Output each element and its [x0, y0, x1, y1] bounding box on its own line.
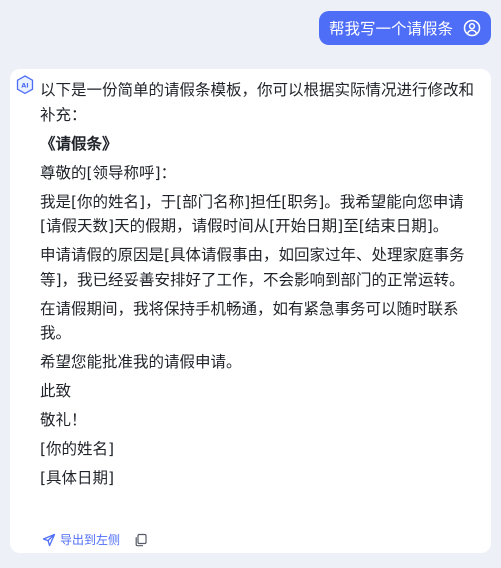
send-icon	[42, 533, 56, 547]
letter-body-paragraph: 申请请假的原因是[具体请假事由，如回家过年、处理家庭事务等]，我已经妥善安排好了…	[40, 246, 465, 289]
assistant-reply-card: AI 以下是一份简单的请假条模板，你可以根据实际情况进行修改和补充： 《请假条》…	[10, 69, 491, 553]
user-message-text: 帮我写一个请假条	[328, 20, 453, 38]
copy-icon[interactable]	[134, 533, 148, 547]
letter-closing: 此致	[40, 382, 72, 400]
letter-body-paragraph: 在请假期间，我将保持手机畅通，如有紧急事务可以随时联系我。	[40, 299, 459, 343]
letter-signature-date: [具体日期]	[40, 469, 115, 487]
reply-actions: 导出到左侧	[42, 531, 148, 548]
export-to-left-label: 导出到左侧	[60, 533, 121, 547]
svg-text:AI: AI	[21, 82, 28, 90]
letter-signature-name: [你的姓名]	[40, 440, 115, 458]
letter-closing-regards: 敬礼！	[40, 411, 87, 429]
export-to-left-button[interactable]: 导出到左侧	[42, 531, 120, 548]
ai-assistant-icon: AI	[16, 75, 34, 95]
reply-intro: 以下是一份简单的请假条模板，你可以根据实际情况进行修改和补充：	[40, 81, 475, 124]
user-circle-icon	[463, 19, 481, 37]
letter-salutation: 尊敬的[领导称呼]：	[40, 163, 177, 182]
letter-title: 《请假条》	[40, 134, 118, 153]
user-message-bubble: 帮我写一个请假条	[318, 11, 491, 45]
letter-body-paragraph: 希望您能批准我的请假申请。	[40, 353, 242, 371]
reply-content: 以下是一份简单的请假条模板，你可以根据实际情况进行修改和补充： 《请假条》 尊敬…	[40, 78, 483, 495]
letter-body-paragraph: 我是[你的姓名]，于[部门名称]担任[职务]。我希望能向您申请[请假天数]天的假…	[40, 192, 464, 236]
